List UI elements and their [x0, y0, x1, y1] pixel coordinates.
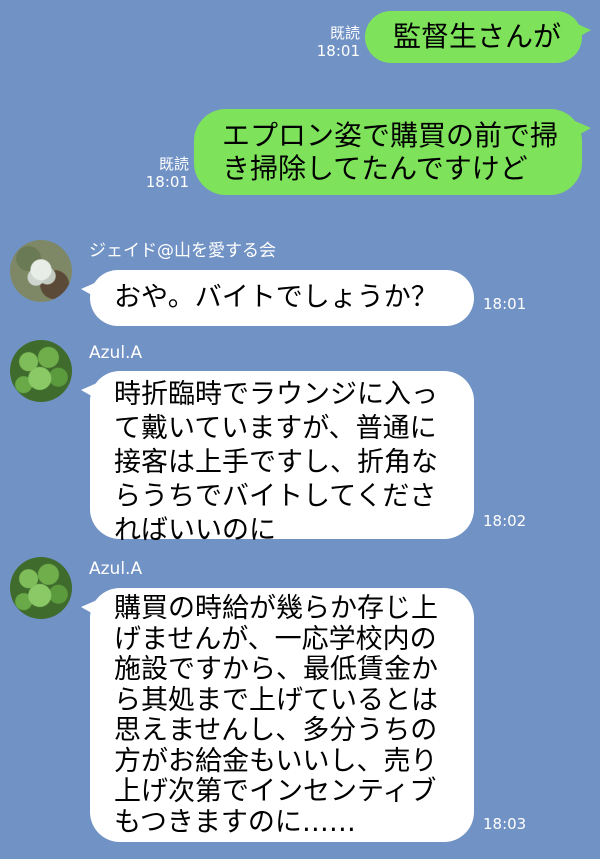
message-line: 時折臨時でラウンジに入っ [114, 379, 438, 410]
outgoing-message-bubble[interactable]: 監督生さんが [365, 11, 591, 63]
sender-name: Azul.A [89, 343, 143, 363]
message-line: 購買の時給が幾らか存じ上 [114, 593, 438, 624]
message-line: らうちでバイトしてくださ [114, 481, 437, 512]
message-time: 18:03 [483, 815, 527, 833]
message-line: 施設ですから、最低賃金か [114, 654, 438, 685]
message-time: 18:01 [483, 295, 527, 313]
read-label: 既読 [329, 24, 360, 42]
message-line: ればいいのに [114, 515, 276, 546]
message-text: おや。バイトでしょうか？ [114, 282, 438, 313]
sender-name: Azul.A [89, 559, 143, 579]
outgoing-message-bubble[interactable]: エプロン姿で購買の前で掃 き掃除してたんですけど [194, 109, 591, 195]
message-line: 接客は上手ですし、折角な [114, 447, 438, 478]
message-line: 思えませんし、多分うちの [114, 715, 438, 746]
message-line: 方がお給金もいいし、売り [114, 745, 438, 777]
clover-avatar[interactable] [10, 340, 72, 402]
message-line: き掃除してたんですけど [222, 152, 528, 185]
read-receipt: 既読 18:01 [145, 155, 189, 191]
incoming-message-bubble[interactable]: おや。バイトでしょうか？ [81, 270, 474, 326]
message-time: 18:01 [145, 173, 189, 191]
read-label: 既読 [158, 155, 189, 173]
message-line: て戴いていますが、普通に [114, 413, 437, 444]
jade-avatar[interactable] [10, 240, 72, 302]
message-line: エプロン姿で購買の前で掃 [222, 119, 559, 152]
message-line: げませんが、一応学校内の [114, 623, 437, 655]
message-line: もつきますのに…… [114, 806, 356, 838]
clover-avatar[interactable] [10, 557, 72, 619]
message-time: 18:01 [316, 42, 360, 60]
read-receipt: 既読 18:01 [316, 24, 360, 60]
incoming-message-bubble[interactable]: 購買の時給が幾らか存じ上 げませんが、一応学校内の 施設ですから、最低賃金か ら… [81, 588, 474, 842]
message-line: ら其処まで上げているとは [114, 684, 438, 716]
message-line: 上げ次第でインセンティブ [114, 776, 437, 807]
sender-name: ジェイド@山を愛する会 [89, 241, 276, 261]
message-time: 18:02 [483, 512, 527, 530]
message-text: 監督生さんが [393, 20, 562, 53]
incoming-message-bubble[interactable]: 時折臨時でラウンジに入っ て戴いていますが、普通に 接客は上手ですし、折角な ら… [81, 371, 474, 546]
